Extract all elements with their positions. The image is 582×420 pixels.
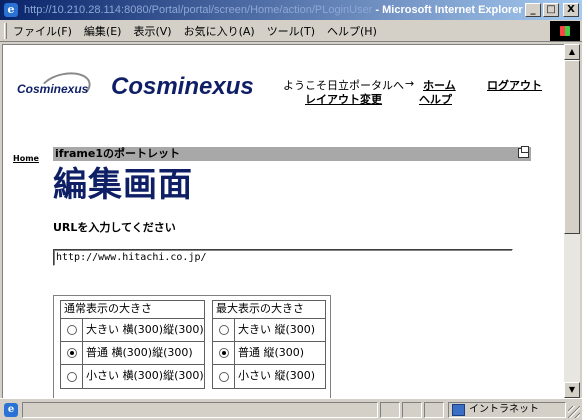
window-title-suffix: - Microsoft Internet Explorer: [372, 4, 523, 16]
layout-change-link[interactable]: レイアウト変更: [305, 91, 382, 107]
resize-grip-icon[interactable]: [568, 406, 580, 418]
vertical-scrollbar[interactable]: ▲ ▼: [564, 44, 580, 398]
sidebar-home-link[interactable]: Home: [13, 154, 39, 163]
max-size-option-medium[interactable]: 普通 縦(300): [213, 342, 325, 365]
scroll-down-icon[interactable]: ▼: [564, 382, 580, 398]
normal-size-group: 通常表示の大きさ 大きい 横(300)縦(300) 普通 横(300)縦(300…: [60, 300, 205, 389]
normal-size-option-large[interactable]: 大きい 横(300)縦(300): [61, 319, 204, 342]
radio-normal-medium[interactable]: [66, 348, 77, 358]
max-size-header: 最大表示の大きさ: [213, 301, 325, 319]
option-label: 小さい 縦(300): [238, 369, 316, 382]
radio-max-small[interactable]: [218, 371, 229, 382]
maximize-button[interactable]: □: [543, 3, 559, 17]
scrollbar-thumb[interactable]: [564, 60, 580, 234]
minimize-button[interactable]: _: [525, 3, 541, 17]
scroll-up-icon[interactable]: ▲: [564, 44, 580, 60]
normal-size-option-small[interactable]: 小さい 横(300)縦(300): [61, 365, 204, 388]
max-size-option-large[interactable]: 大きい 縦(300): [213, 319, 325, 342]
radio-normal-small[interactable]: [66, 371, 77, 382]
radio-max-medium[interactable]: [218, 348, 229, 358]
arrow-icon: →: [405, 77, 415, 90]
url-prompt-label: URLを入力してください: [53, 221, 176, 234]
option-label: 小さい 横(300)縦(300): [86, 369, 204, 382]
window-title: http://10.210.28.114:8080/Portal/portal/…: [24, 4, 525, 16]
radio-normal-large[interactable]: [66, 325, 77, 335]
menu-view[interactable]: 表示(V): [127, 23, 177, 39]
internet-explorer-icon: e: [4, 3, 18, 17]
page-title: 編集画面: [53, 165, 193, 205]
option-label: 大きい 縦(300): [238, 323, 316, 336]
menu-bar: ファイル(F) 編集(E) 表示(V) お気に入り(A) ツール(T) ヘルプ(…: [0, 20, 582, 42]
option-label: 大きい 横(300)縦(300): [86, 323, 204, 336]
security-zone: イントラネット: [448, 402, 566, 418]
cosminexus-logo: Cosminexus: [111, 73, 254, 100]
size-options-table: 通常表示の大きさ 大きい 横(300)縦(300) 普通 横(300)縦(300…: [53, 295, 331, 398]
close-button[interactable]: X: [563, 3, 579, 17]
menu-favorites[interactable]: お気に入り(A): [178, 23, 261, 39]
status-text-pane: [22, 402, 378, 418]
zone-label: イントラネット: [469, 404, 539, 415]
status-pane: [380, 402, 400, 418]
max-size-option-small[interactable]: 小さい 縦(300): [213, 365, 325, 388]
menu-tools[interactable]: ツール(T): [261, 23, 321, 39]
page-status-icon: e: [4, 403, 18, 417]
url-input[interactable]: [53, 249, 513, 266]
status-pane: [424, 402, 444, 418]
window-url: http://10.210.28.114:8080/Portal/portal/…: [24, 4, 373, 16]
page-viewport: Cosminexus Cosminexus ようこそ日立ポータルへ → ホーム …: [2, 44, 564, 398]
normal-size-header: 通常表示の大きさ: [61, 301, 204, 319]
radio-max-large[interactable]: [218, 325, 229, 335]
menu-file[interactable]: ファイル(F): [7, 23, 78, 39]
windows-logo-icon: [550, 20, 580, 41]
option-label: 普通 横(300)縦(300): [86, 346, 193, 359]
option-label: 普通 縦(300): [238, 346, 305, 359]
menu-edit[interactable]: 編集(E): [78, 23, 128, 39]
cosminexus-logo-small: Cosminexus: [17, 67, 97, 109]
window-title-bar: e http://10.210.28.114:8080/Portal/porta…: [0, 0, 582, 20]
status-bar: e イントラネット: [0, 398, 582, 420]
status-pane: [402, 402, 422, 418]
help-link[interactable]: ヘルプ: [419, 91, 452, 107]
intranet-icon: [452, 404, 465, 416]
portlet-maximize-icon[interactable]: [518, 146, 529, 158]
max-size-group: 最大表示の大きさ 大きい 縦(300) 普通 縦(300) 小さい 縦(300): [212, 300, 326, 389]
logout-link[interactable]: ログアウト: [487, 77, 542, 93]
normal-size-option-medium[interactable]: 普通 横(300)縦(300): [61, 342, 204, 365]
logo-small-text: Cosminexus: [17, 82, 89, 96]
menu-help[interactable]: ヘルプ(H): [321, 23, 383, 39]
